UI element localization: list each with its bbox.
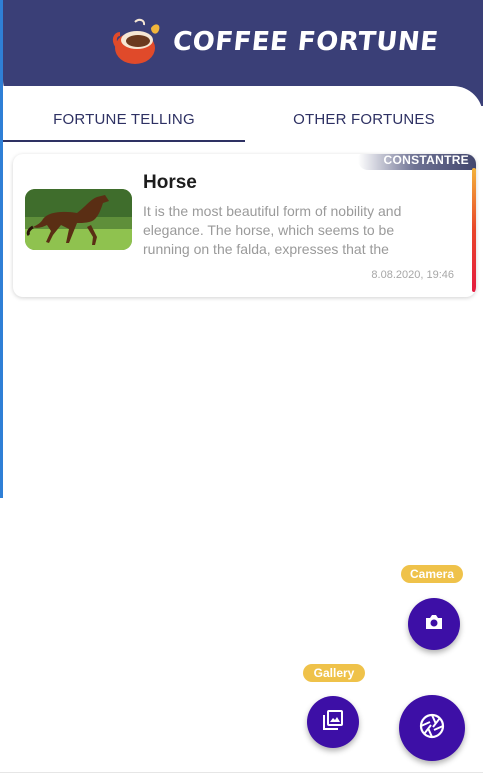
bottom-edge (0, 772, 483, 776)
gallery-button[interactable] (307, 696, 359, 748)
gallery-label: Gallery (303, 664, 365, 682)
app-title: COFFEE FORTUNE (171, 27, 440, 57)
fortune-title: Horse (143, 172, 197, 193)
tab-bar: FORTUNE TELLING OTHER FORTUNES (3, 96, 483, 144)
horse-photo (25, 189, 132, 250)
fortune-card[interactable]: CONSTANTRE Horse It is the most beautifu… (13, 154, 476, 297)
fortune-date: 8.08.2020, 19:46 (371, 269, 454, 281)
coffee-cup-logo-icon (111, 16, 165, 68)
fortune-description: It is the most beautiful form of nobilit… (143, 203, 402, 257)
tab-other-fortunes[interactable]: OTHER FORTUNES (245, 96, 483, 142)
tab-fortune-telling[interactable]: FORTUNE TELLING (3, 96, 245, 142)
gallery-icon (323, 709, 343, 735)
status-badge: CONSTANTRE (358, 154, 476, 170)
card-accent-bar (472, 168, 476, 292)
aperture-icon (419, 713, 445, 744)
camera-icon (424, 613, 444, 636)
brand: COFFEE FORTUNE (111, 16, 440, 68)
active-tab-indicator (3, 140, 245, 142)
app-screen: COFFEE FORTUNE FORTUNE TELLING OTHER FOR… (0, 0, 483, 776)
add-fortune-button[interactable] (399, 695, 465, 761)
camera-button[interactable] (408, 598, 460, 650)
camera-label: Camera (401, 565, 463, 583)
